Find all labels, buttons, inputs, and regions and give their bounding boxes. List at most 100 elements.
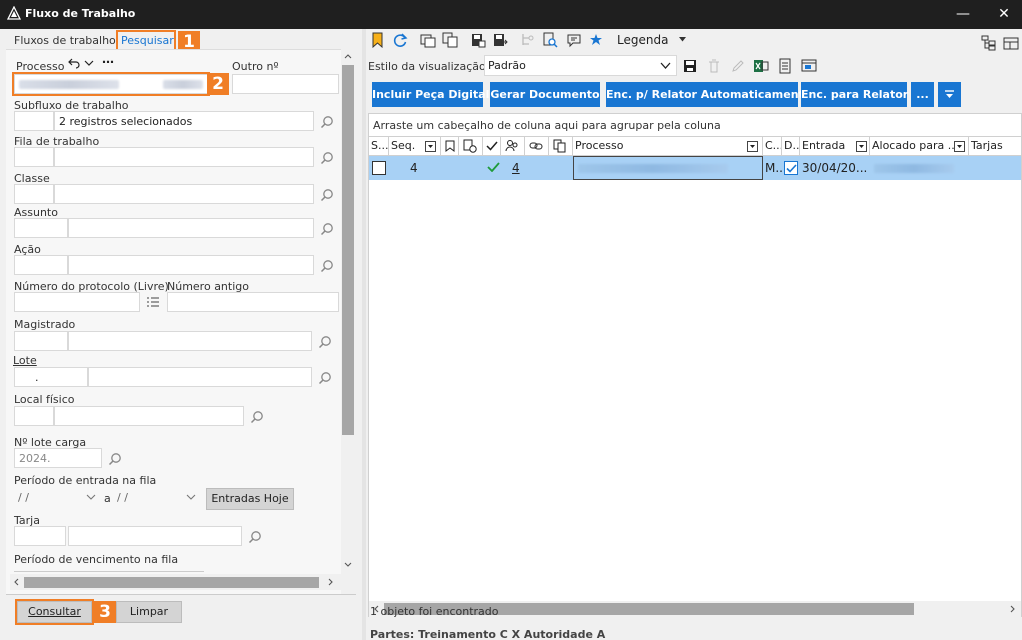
chevron-down-icon[interactable] xyxy=(344,562,352,568)
legenda-menu[interactable]: Legenda xyxy=(617,33,668,47)
magistrado-input[interactable] xyxy=(68,331,312,351)
horizontal-scrollbar[interactable] xyxy=(10,574,341,590)
column-header-bookmark[interactable] xyxy=(441,137,459,155)
local-code-input[interactable] xyxy=(14,406,54,426)
estilo-select[interactable]: Padrão xyxy=(484,55,677,76)
chevron-down-icon[interactable] xyxy=(84,59,94,67)
column-header-people[interactable] xyxy=(501,137,525,155)
column-header-s[interactable]: S... xyxy=(369,137,389,155)
protocolo-input[interactable] xyxy=(14,292,140,312)
column-header-link[interactable] xyxy=(525,137,549,155)
column-header-d[interactable]: D... xyxy=(782,137,800,155)
search-icon[interactable] xyxy=(320,151,334,165)
acao-code-input[interactable] xyxy=(14,255,68,275)
more-options-icon[interactable]: ⋯ xyxy=(102,55,114,69)
column-header-check[interactable] xyxy=(483,137,501,155)
save-icon[interactable] xyxy=(682,58,698,74)
chevron-up-icon[interactable] xyxy=(344,53,352,59)
search-icon[interactable] xyxy=(108,452,122,466)
folder-tag-icon[interactable] xyxy=(370,32,386,48)
lote-input[interactable] xyxy=(88,367,312,387)
print-preview-icon[interactable] xyxy=(801,58,817,74)
enc-relator-button[interactable]: Enc. para Relator xyxy=(801,82,908,107)
search-icon[interactable] xyxy=(318,371,332,385)
caret-down-icon[interactable] xyxy=(679,37,686,42)
table-row[interactable]: 4 4 M... 30/04/20... xyxy=(369,156,1021,180)
vencimento-date-inputs[interactable] xyxy=(14,567,204,572)
minimize-icon[interactable]: — xyxy=(953,4,973,24)
filter-icon[interactable] xyxy=(425,141,436,152)
vertical-scrollbar[interactable] xyxy=(341,49,355,573)
filter-icon[interactable] xyxy=(954,141,965,152)
search-icon[interactable] xyxy=(250,410,264,424)
row-people-count[interactable]: 4 xyxy=(512,161,520,175)
document-list-icon[interactable] xyxy=(777,58,793,74)
close-icon[interactable]: ✕ xyxy=(994,4,1014,24)
column-header-copy[interactable] xyxy=(549,137,573,155)
search-icon[interactable] xyxy=(248,530,262,544)
column-header-c[interactable]: C... xyxy=(763,137,782,155)
filter-icon[interactable] xyxy=(747,141,758,152)
fila-input[interactable] xyxy=(54,147,314,167)
search-icon[interactable] xyxy=(320,188,334,202)
fila-code-input[interactable] xyxy=(14,147,54,167)
hierarchy-icon[interactable] xyxy=(981,35,997,51)
row-processo-cell[interactable] xyxy=(573,156,763,180)
chevron-down-icon[interactable] xyxy=(186,494,196,501)
panel-layout-icon[interactable] xyxy=(1003,35,1019,51)
overflow-menu-button[interactable] xyxy=(938,82,961,107)
acao-input[interactable] xyxy=(68,255,314,275)
search-icon[interactable] xyxy=(318,335,332,349)
search-icon[interactable] xyxy=(320,259,334,273)
chevron-right-icon[interactable] xyxy=(328,578,334,586)
numero-antigo-input[interactable] xyxy=(167,292,339,312)
horizontal-scroll-thumb[interactable] xyxy=(24,577,319,588)
excel-export-icon[interactable] xyxy=(753,58,769,74)
tree-disabled-icon[interactable] xyxy=(520,32,536,48)
chevron-left-icon[interactable] xyxy=(13,578,19,586)
row-select-checkbox[interactable] xyxy=(372,161,386,175)
column-header-documents[interactable] xyxy=(459,137,483,155)
assunto-input[interactable] xyxy=(68,218,314,238)
local-fisico-input[interactable] xyxy=(54,406,244,426)
subfluxo-input[interactable]: 2 registros selecionados xyxy=(54,111,314,131)
enc-relator-auto-button[interactable]: Enc. p/ Relator Automaticamente xyxy=(606,82,811,107)
gerar-documento-button[interactable]: Gerar Documento xyxy=(490,82,600,107)
chevron-right-icon[interactable] xyxy=(1010,605,1016,613)
search-icon[interactable] xyxy=(320,222,334,236)
entradas-hoje-button[interactable]: Entradas Hoje xyxy=(206,488,294,510)
delete-disabled-icon[interactable] xyxy=(706,58,722,74)
vertical-scroll-thumb[interactable] xyxy=(342,65,354,435)
classe-input[interactable] xyxy=(54,184,314,204)
copy-icon[interactable] xyxy=(442,32,458,48)
column-header-tarjas[interactable]: Tarjas xyxy=(969,137,1021,155)
save-export-icon[interactable] xyxy=(492,32,508,48)
pin-star-icon[interactable] xyxy=(588,32,604,48)
incluir-peca-button[interactable]: Incluir Peça Digital xyxy=(372,82,489,107)
magistrado-code-input[interactable] xyxy=(14,331,68,351)
column-header-processo[interactable]: Processo xyxy=(573,137,763,155)
comment-icon[interactable] xyxy=(566,32,582,48)
filter-icon[interactable] xyxy=(856,141,867,152)
undo-icon[interactable] xyxy=(68,57,80,69)
tarja-input[interactable] xyxy=(68,526,242,546)
refresh-icon[interactable] xyxy=(392,32,408,48)
search-icon[interactable] xyxy=(320,115,334,129)
classe-code-input[interactable] xyxy=(14,184,54,204)
edit-disabled-icon[interactable] xyxy=(730,58,746,74)
tarja-code-input[interactable] xyxy=(14,526,66,546)
row-d-checkbox[interactable] xyxy=(784,161,798,175)
lote-carga-input[interactable]: 2024. xyxy=(14,448,102,468)
window-arrange-icon[interactable] xyxy=(420,32,436,48)
outro-numero-input[interactable] xyxy=(232,74,339,94)
lote-code-input[interactable]: . xyxy=(14,367,88,387)
list-icon[interactable] xyxy=(146,296,160,308)
more-actions-button[interactable]: ... xyxy=(911,82,934,107)
tab-fluxos[interactable]: Fluxos de trabalho xyxy=(14,34,116,47)
document-search-icon[interactable] xyxy=(542,32,558,48)
chevron-down-icon[interactable] xyxy=(86,494,96,501)
assunto-code-input[interactable] xyxy=(14,218,68,238)
save-lock-icon[interactable] xyxy=(470,32,486,48)
subfluxo-code-input[interactable] xyxy=(14,111,54,131)
limpar-button[interactable]: Limpar xyxy=(116,601,182,623)
